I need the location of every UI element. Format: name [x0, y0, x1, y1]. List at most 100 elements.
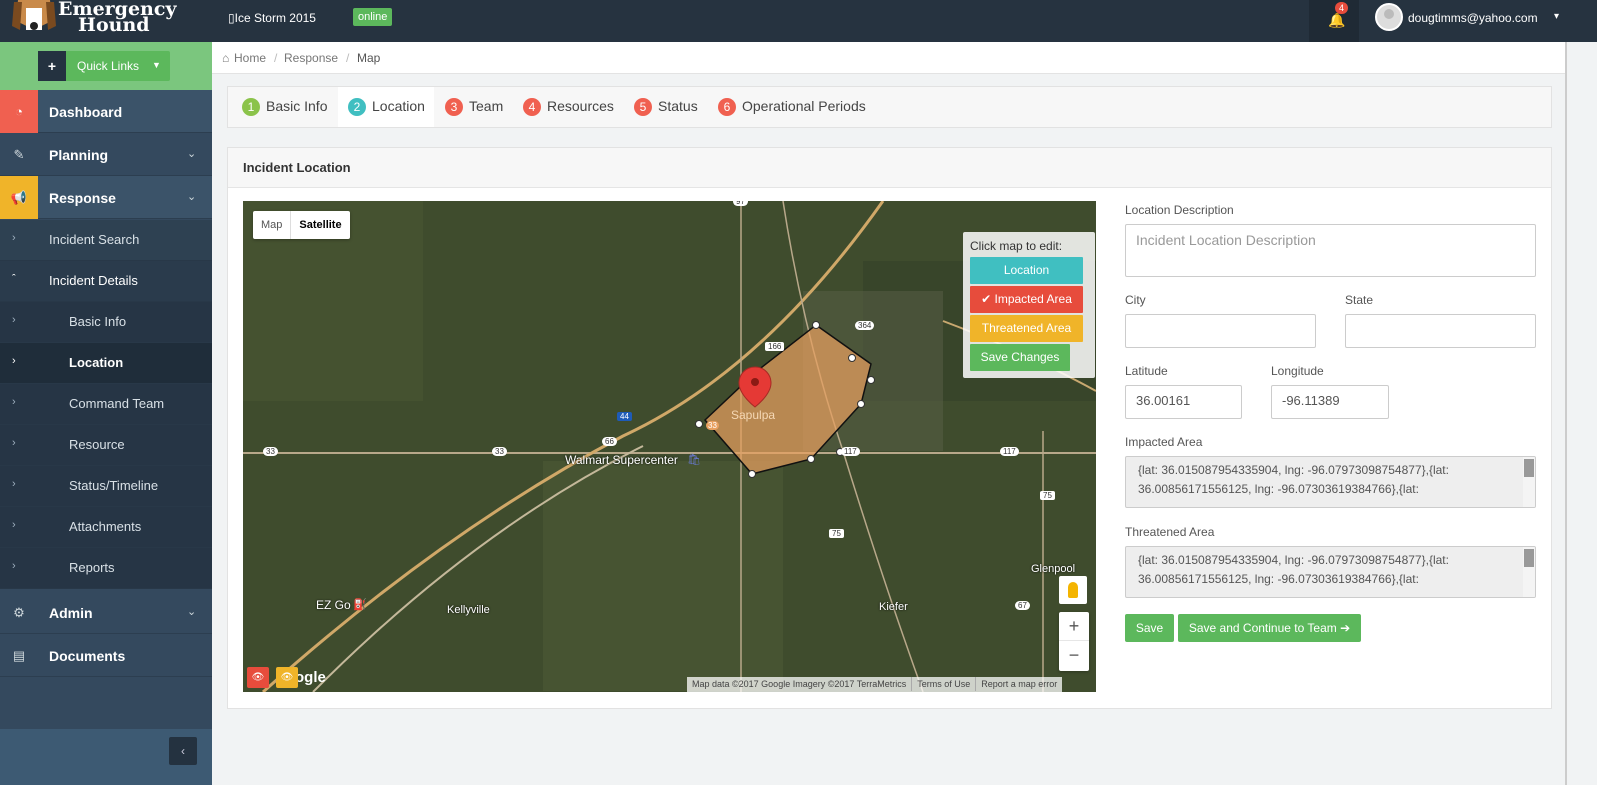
chevron-down-icon: ⌄: [187, 191, 197, 203]
impacted-area-textarea[interactable]: {lat: 36.015087954335904, lng: -96.07973…: [1125, 456, 1536, 508]
top-navbar: Emergency Hound ▯Ice Storm 2015 online 🔔…: [0, 0, 1597, 42]
chevron-right-icon: ›: [12, 396, 16, 408]
zoom-out-button[interactable]: −: [1059, 641, 1089, 670]
sidebar-item-label: Documents: [49, 648, 126, 664]
sidebar-item-label: Admin: [49, 605, 93, 621]
wizard-step-team[interactable]: 3 Team: [445, 87, 515, 127]
map-type-satellite-button[interactable]: Satellite: [290, 211, 349, 239]
step-label: Resources: [547, 98, 614, 114]
wizard-step-basic-info[interactable]: 1 Basic Info: [242, 87, 338, 127]
terms-of-use-link[interactable]: Terms of Use: [911, 677, 975, 691]
sidebar-subitem-reports[interactable]: › Reports: [0, 548, 212, 589]
breadcrumb-home[interactable]: Home: [234, 51, 266, 65]
notifications-button[interactable]: 🔔 4: [1309, 0, 1359, 42]
sidebar-subitem-attachments[interactable]: › Attachments: [0, 507, 212, 548]
breadcrumb-response[interactable]: Response: [284, 51, 338, 65]
textarea-scrollbar[interactable]: [1523, 547, 1535, 597]
sidebar-subitem-incident-search[interactable]: › Incident Search: [0, 220, 212, 261]
sidebar-item-documents[interactable]: ▤ Documents: [0, 634, 212, 677]
sidebar-subitem-location[interactable]: › Location: [0, 343, 212, 384]
map-label-sapulpa: Sapulpa: [731, 408, 776, 422]
step-number: 6: [718, 98, 736, 116]
sidebar-item-label: Planning: [49, 147, 109, 163]
sidebar: + Quick Links ▼ ◔ Dashboard ✎ Planning ⌄…: [0, 42, 212, 785]
sidebar-item-dashboard[interactable]: ◔ Dashboard: [0, 90, 212, 133]
edit-threatened-area-button[interactable]: Threatened Area: [970, 315, 1083, 342]
chevron-right-icon: ›: [12, 314, 16, 326]
longitude-label: Longitude: [1271, 364, 1324, 378]
route-shield: 44: [617, 412, 632, 421]
breadcrumb-map: Map: [357, 51, 381, 65]
route-shield: 33: [492, 447, 507, 456]
chevron-down-icon: ⌄: [187, 606, 197, 618]
edit-icon: ✎: [13, 147, 25, 162]
zoom-in-button[interactable]: +: [1059, 612, 1089, 641]
threatened-area-textarea[interactable]: {lat: 36.015087954335904, lng: -96.07973…: [1125, 546, 1536, 598]
map-canvas[interactable]: Map Satellite Sapulpa Walmart Supercenter…: [243, 201, 1096, 692]
save-button[interactable]: Save: [1125, 614, 1174, 642]
textarea-scrollbar[interactable]: [1523, 457, 1535, 507]
app-logo[interactable]: Emergency Hound: [0, 0, 212, 42]
sidebar-subitem-basic-info[interactable]: › Basic Info: [0, 302, 212, 343]
eye-icon: 👁: [251, 672, 265, 683]
route-shield: 117: [1000, 447, 1019, 456]
sidebar-subitem-command-team[interactable]: › Command Team: [0, 384, 212, 425]
report-map-error-link[interactable]: Report a map error: [975, 677, 1062, 691]
quick-links-bar: + Quick Links ▼: [0, 42, 212, 90]
route-shield: 97: [733, 201, 748, 206]
page-scrollbar[interactable]: [1565, 42, 1567, 785]
caret-down-icon: ▼: [152, 60, 161, 70]
edit-location-button[interactable]: Location: [970, 257, 1083, 284]
location-form: Location Description Incident Location D…: [1125, 201, 1537, 661]
map-edit-controls: Click map to edit: Location ✔ Impacted A…: [963, 232, 1095, 378]
quick-links-button[interactable]: + Quick Links ▼: [38, 51, 170, 81]
current-incident[interactable]: ▯Ice Storm 2015: [228, 11, 316, 25]
toggle-impacted-visibility-button[interactable]: 👁: [247, 667, 269, 688]
breadcrumb-separator: /: [346, 51, 350, 65]
save-and-continue-button[interactable]: Save and Continue to Team ➔: [1178, 614, 1361, 642]
panel-title: Incident Location: [243, 160, 351, 175]
step-label: Location: [372, 98, 425, 114]
chevron-left-icon: ‹: [181, 744, 185, 758]
impacted-area-value: {lat: 36.015087954335904, lng: -96.07973…: [1138, 463, 1449, 496]
city-input[interactable]: [1125, 314, 1316, 348]
sidebar-item-label: Response: [49, 190, 116, 206]
chevron-right-icon: ›: [12, 560, 16, 572]
sidebar-subitem-incident-details[interactable]: ˆ Incident Details: [0, 261, 212, 302]
wizard-step-status[interactable]: 5 Status: [634, 87, 710, 127]
gear-icon: ⚙: [13, 605, 25, 620]
map-type-map-button[interactable]: Map: [253, 211, 290, 239]
chevron-up-icon: ˆ: [12, 273, 16, 285]
status-badge: online: [353, 8, 393, 26]
panel-header: Incident Location: [228, 148, 1551, 188]
state-input[interactable]: [1345, 314, 1536, 348]
city-label: City: [1125, 293, 1146, 307]
map-label-kellyville: Kellyville: [447, 604, 490, 616]
bell-icon: 🔔: [1328, 12, 1346, 28]
step-number: 4: [523, 98, 541, 116]
latitude-input[interactable]: 36.00161: [1125, 385, 1242, 419]
incident-name-text: Ice Storm 2015: [234, 11, 316, 25]
location-description-input[interactable]: Incident Location Description: [1125, 224, 1536, 277]
sidebar-item-admin[interactable]: ⚙ Admin ⌄: [0, 591, 212, 634]
sidebar-item-planning[interactable]: ✎ Planning ⌄: [0, 133, 212, 176]
toggle-threatened-visibility-button[interactable]: 👁: [276, 667, 298, 688]
route-shield: 117: [841, 447, 860, 456]
building-icon: ▯: [228, 11, 235, 25]
location-description-label: Location Description: [1125, 203, 1234, 217]
pegman-icon: [1068, 582, 1078, 598]
sidebar-subitem-resource[interactable]: › Resource: [0, 425, 212, 466]
wizard-step-location[interactable]: 2 Location: [338, 87, 434, 127]
sidebar-collapse-button[interactable]: ‹: [169, 737, 197, 765]
wizard-step-operational-periods[interactable]: 6 Operational Periods: [718, 87, 878, 127]
street-view-pegman[interactable]: [1059, 576, 1087, 604]
eye-icon: 👁: [280, 672, 294, 683]
sidebar-subitem-label: Incident Details: [49, 273, 138, 288]
wizard-step-resources[interactable]: 4 Resources: [523, 87, 623, 127]
save-map-changes-button[interactable]: Save Changes: [970, 344, 1070, 371]
edit-impacted-area-button[interactable]: ✔ Impacted Area: [970, 286, 1083, 313]
longitude-input[interactable]: -96.11389: [1271, 385, 1389, 419]
sidebar-item-response[interactable]: 📢 Response ⌄: [0, 176, 212, 219]
sidebar-subitem-status-timeline[interactable]: › Status/Timeline: [0, 466, 212, 507]
route-shield: 33: [263, 447, 278, 456]
